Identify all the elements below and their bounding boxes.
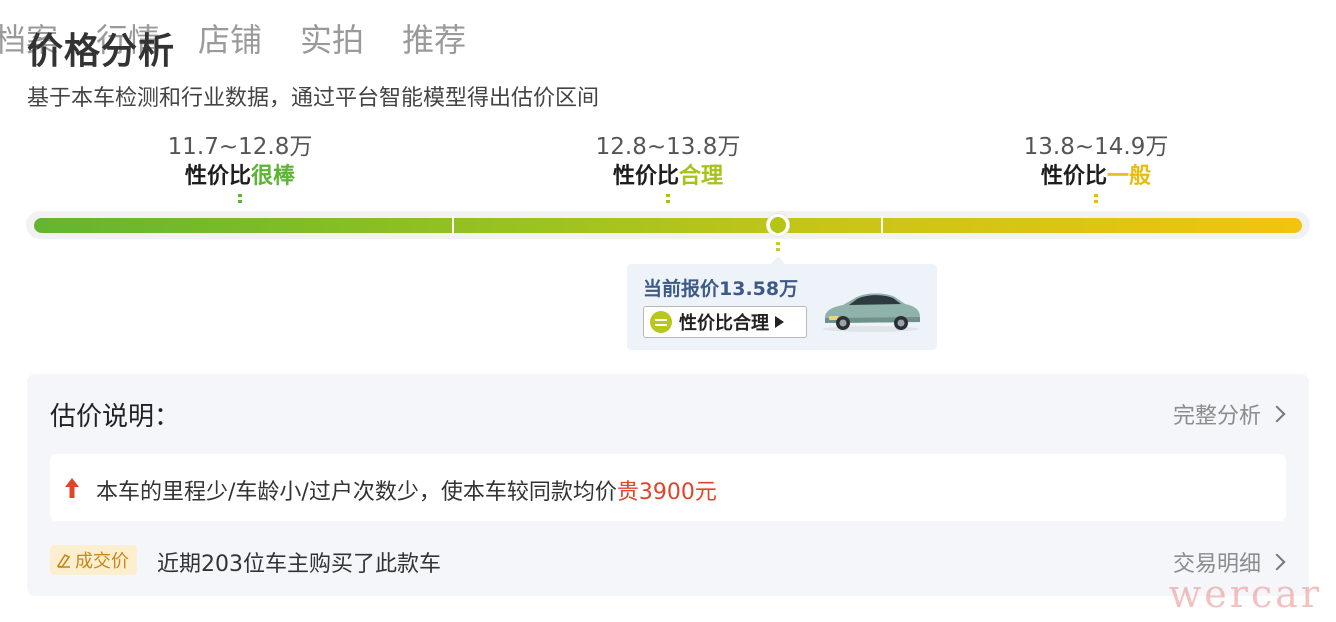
range-level: 性价比一般 [966, 162, 1226, 192]
range-level-prefix: 性价比 [184, 164, 251, 189]
range-level-prefix: 性价比 [612, 164, 679, 189]
tab-photos[interactable]: 实拍 [300, 15, 364, 61]
range-dots [1094, 194, 1098, 206]
car-image [823, 293, 920, 332]
section-subtitle: 基于本车检测和行业数据，通过平台智能模型得出估价区间 [27, 86, 600, 111]
range-level-value: 合理 [679, 164, 724, 189]
range-level: 性价比很棒 [110, 162, 370, 192]
value-rating-label: 性价比合理 [679, 313, 769, 334]
current-price-marker [767, 214, 790, 236]
range-price: 11.7~12.8万 [167, 134, 313, 160]
price-bar [34, 218, 1302, 233]
notice-prefix: 本车的里程少/车龄小/过户次数少，使本车较同款均价 [96, 480, 617, 505]
range-level-value: 很棒 [251, 164, 296, 189]
range-level-value: 一般 [1107, 164, 1152, 189]
watermark: wercar [1168, 572, 1322, 616]
deal-price-badge: 成交价 [50, 545, 137, 575]
range-great: 11.7~12.8万 性价比很棒 [110, 132, 370, 206]
range-price: 12.8~13.8万 [595, 134, 741, 160]
range-level: 性价比合理 [538, 162, 798, 192]
valuation-title: 估价说明： [50, 402, 181, 432]
range-dots [238, 194, 242, 206]
marker-dots [776, 242, 781, 254]
range-price: 13.8~14.9万 [1023, 134, 1169, 160]
current-quote-card: 当前报价13.58万 性价比合理 [627, 264, 937, 350]
arrow-up-icon [65, 478, 79, 498]
range-fair: 12.8~13.8万 性价比合理 [538, 132, 798, 206]
chevron-right-icon [1268, 405, 1286, 423]
bar-separator [452, 216, 454, 235]
chevron-right-icon [1268, 553, 1286, 571]
deal-text: 近期203位车主购买了此款车 [157, 552, 441, 577]
valuation-panel: 估价说明： 完整分析 本车的里程少/车龄小/过户次数少，使本车较同款均价贵390… [27, 374, 1309, 596]
notice-highlight: 贵3900元 [616, 480, 717, 505]
value-rating-button[interactable]: 性价比合理 [643, 306, 807, 338]
full-analysis-link[interactable]: 完整分析 [1172, 398, 1286, 430]
full-analysis-label: 完整分析 [1172, 404, 1261, 429]
range-average: 13.8~14.9万 性价比一般 [966, 132, 1226, 206]
deal-badge-label: 成交价 [75, 551, 129, 572]
notice-text: 本车的里程少/车龄小/过户次数少，使本车较同款均价贵3900元 [96, 474, 717, 506]
price-tag-icon [56, 553, 71, 568]
tab-recommend[interactable]: 推荐 [402, 15, 466, 61]
play-icon [775, 316, 784, 328]
section-title: 价格分析 [27, 31, 176, 72]
price-notice: 本车的里程少/车龄小/过户次数少，使本车较同款均价贵3900元 [50, 454, 1286, 521]
bar-separator [881, 216, 883, 235]
range-dots [666, 194, 670, 206]
tab-store[interactable]: 店铺 [198, 15, 262, 61]
range-level-prefix: 性价比 [1040, 164, 1107, 189]
neutral-face-icon [650, 311, 672, 333]
current-quote-label: 当前报价13.58万 [643, 278, 799, 300]
